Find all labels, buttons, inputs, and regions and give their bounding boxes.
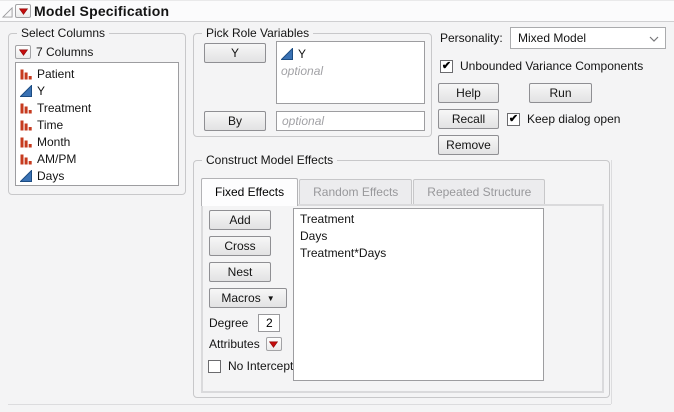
model-effects-list[interactable]: TreatmentDaysTreatment*Days bbox=[293, 208, 544, 381]
by-role-button[interactable]: By bbox=[204, 111, 266, 131]
column-item[interactable]: Days bbox=[16, 167, 178, 184]
outline-frame-bottom bbox=[8, 404, 611, 405]
macros-button[interactable]: Macros ▼ bbox=[209, 288, 287, 308]
nominal-icon bbox=[20, 153, 32, 165]
recall-button[interactable]: Recall bbox=[438, 109, 499, 129]
no-intercept-row: No Intercept bbox=[208, 359, 293, 373]
attributes-row: Attributes bbox=[209, 337, 282, 351]
keep-dialog-open-checkbox[interactable]: ✔ bbox=[507, 113, 520, 126]
continuous-icon bbox=[20, 85, 32, 97]
unbounded-variance-row: ✔ Unbounded Variance Components bbox=[440, 59, 643, 73]
effect-item[interactable]: Treatment bbox=[300, 211, 543, 228]
no-intercept-label: No Intercept bbox=[228, 359, 293, 373]
y-role-list[interactable]: Yoptional bbox=[276, 41, 425, 104]
keep-dialog-open-label: Keep dialog open bbox=[527, 112, 620, 126]
construct-model-effects-label: Construct Model Effects bbox=[202, 153, 337, 167]
effects-tab-panel: Add Cross Nest Macros ▼ Degree Attribute… bbox=[201, 204, 604, 393]
add-button[interactable]: Add bbox=[209, 210, 271, 230]
select-columns-group: Select Columns 7 Columns PatientYTreatme… bbox=[8, 33, 186, 195]
columns-count-label: 7 Columns bbox=[36, 45, 93, 59]
columns-count-row: 7 Columns bbox=[15, 45, 93, 59]
y-optional-hint: optional bbox=[277, 62, 424, 79]
construct-model-effects-group: Construct Model Effects Fixed EffectsRan… bbox=[193, 160, 610, 398]
red-triangle-icon bbox=[19, 49, 28, 56]
disclosure-triangle-icon[interactable] bbox=[2, 7, 13, 18]
column-name: Month bbox=[37, 135, 70, 149]
nominal-icon bbox=[20, 136, 32, 148]
help-button[interactable]: Help bbox=[438, 83, 499, 103]
continuous-icon bbox=[281, 48, 293, 60]
column-name: Y bbox=[298, 47, 306, 61]
by-role-list[interactable]: optional bbox=[276, 111, 425, 131]
pick-role-variables-label: Pick Role Variables bbox=[202, 26, 313, 40]
column-name: Days bbox=[37, 169, 64, 183]
columns-menu-button[interactable] bbox=[15, 45, 31, 59]
no-intercept-checkbox[interactable] bbox=[208, 360, 221, 373]
nest-button[interactable]: Nest bbox=[209, 262, 271, 282]
personality-value: Mixed Model bbox=[518, 31, 586, 45]
column-item[interactable]: AM/PM bbox=[16, 150, 178, 167]
column-item[interactable]: Y bbox=[277, 45, 424, 62]
macros-label: Macros bbox=[221, 291, 260, 305]
column-name: Time bbox=[37, 118, 63, 132]
by-optional-hint: optional bbox=[282, 114, 324, 128]
unbounded-variance-label: Unbounded Variance Components bbox=[460, 59, 643, 73]
cross-button[interactable]: Cross bbox=[209, 236, 271, 256]
column-name: AM/PM bbox=[37, 152, 76, 166]
model-specification-window: Model Specification Select Columns 7 Col… bbox=[0, 0, 674, 412]
nominal-icon bbox=[20, 68, 32, 80]
column-name: Treatment bbox=[37, 101, 91, 115]
personality-dropdown[interactable]: Mixed Model bbox=[510, 27, 666, 49]
outline-menu-button[interactable] bbox=[15, 4, 31, 18]
attributes-label: Attributes bbox=[209, 337, 260, 351]
degree-input[interactable] bbox=[258, 314, 280, 332]
column-name: Y bbox=[37, 84, 45, 98]
pick-role-variables-group: Pick Role Variables Y Yoptional By optio… bbox=[193, 33, 432, 137]
degree-label: Degree bbox=[209, 316, 248, 330]
red-triangle-icon bbox=[269, 341, 278, 348]
tab-random-effects[interactable]: Random Effects bbox=[299, 179, 412, 204]
chevron-down-icon bbox=[649, 36, 659, 42]
page-title: Model Specification bbox=[34, 3, 169, 19]
y-role-button[interactable]: Y bbox=[204, 43, 266, 63]
column-item[interactable]: Y bbox=[16, 82, 178, 99]
nominal-icon bbox=[20, 102, 32, 114]
run-button[interactable]: Run bbox=[529, 83, 592, 103]
keep-dialog-open-row: ✔ Keep dialog open bbox=[507, 112, 620, 126]
remove-button[interactable]: Remove bbox=[438, 135, 499, 155]
effects-tab-bar: Fixed EffectsRandom EffectsRepeated Stru… bbox=[201, 176, 546, 204]
column-item[interactable]: Patient bbox=[16, 65, 178, 82]
tab-fixed-effects[interactable]: Fixed Effects bbox=[201, 178, 298, 206]
column-item[interactable]: Treatment bbox=[16, 99, 178, 116]
outline-header: Model Specification bbox=[0, 0, 674, 22]
red-triangle-icon bbox=[19, 8, 28, 15]
effect-item[interactable]: Treatment*Days bbox=[300, 245, 543, 262]
nominal-icon bbox=[20, 119, 32, 131]
unbounded-variance-checkbox[interactable]: ✔ bbox=[440, 60, 453, 73]
column-name: Patient bbox=[37, 67, 74, 81]
outline-frame-right bbox=[611, 160, 612, 404]
columns-list[interactable]: Patient Y Treatment Time Month AM/PM Days bbox=[15, 62, 179, 186]
continuous-icon bbox=[20, 170, 32, 182]
personality-label: Personality: bbox=[440, 31, 503, 45]
dropdown-triangle-icon: ▼ bbox=[267, 295, 275, 303]
degree-row: Degree bbox=[209, 314, 280, 332]
tab-repeated-structure[interactable]: Repeated Structure bbox=[413, 179, 545, 204]
column-item[interactable]: Month bbox=[16, 133, 178, 150]
effect-item[interactable]: Days bbox=[300, 228, 543, 245]
attributes-menu-button[interactable] bbox=[266, 337, 282, 351]
select-columns-label: Select Columns bbox=[17, 26, 109, 40]
column-item[interactable]: Time bbox=[16, 116, 178, 133]
